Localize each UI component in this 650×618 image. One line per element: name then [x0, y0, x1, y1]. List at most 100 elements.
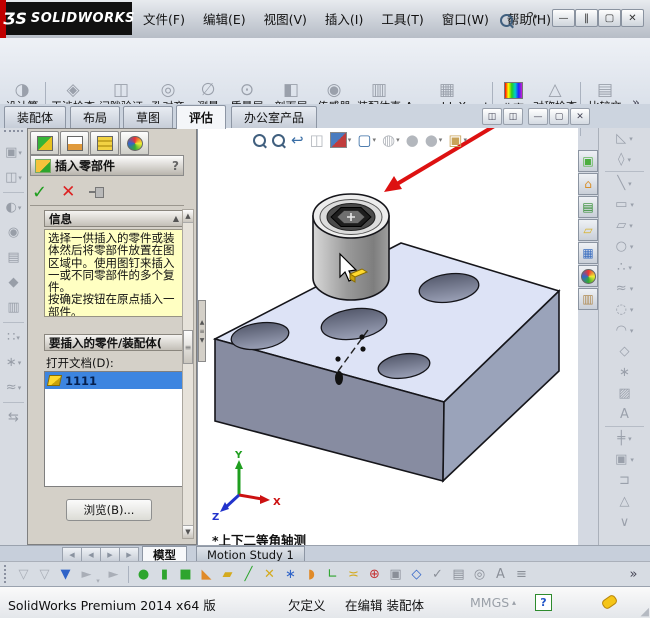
ellipse-tool-button[interactable]: ◌▾: [599, 299, 650, 320]
tab-assembly[interactable]: 装配体: [4, 106, 66, 128]
filter-dimensions-button[interactable]: ▣: [386, 565, 405, 584]
panel-help-icon[interactable]: ?: [172, 159, 179, 173]
panel-scrollbar[interactable]: ▲ ≡ ▼: [182, 209, 194, 539]
spline-tool-button[interactable]: ≈▾: [599, 278, 650, 299]
arc-tool-button[interactable]: ∴▾: [599, 257, 650, 278]
document-close-button[interactable]: ✕: [570, 108, 590, 125]
point-tool-button[interactable]: ∗: [599, 362, 650, 383]
mirror-entities-button[interactable]: △: [599, 491, 650, 512]
toolbar-drag-handle[interactable]: [4, 130, 23, 138]
toolbar-overflow-button[interactable]: »: [624, 565, 643, 584]
menu-edit[interactable]: 编辑(E): [194, 7, 255, 31]
nav-previous-button[interactable]: ◀: [81, 547, 101, 562]
view-orientation-button[interactable]: ▾: [330, 132, 352, 148]
tab-featuremanager[interactable]: [30, 131, 59, 155]
nav-first-button[interactable]: ◀: [62, 547, 82, 562]
view-settings-button[interactable]: ▣▾: [448, 131, 467, 149]
circle-tool-button[interactable]: ○▾: [599, 236, 650, 257]
assembly-features-tool-button[interactable]: ◆: [0, 270, 27, 295]
file-explorer-tab[interactable]: ▱: [578, 219, 598, 241]
filter-faces-button[interactable]: ■: [176, 565, 195, 584]
resize-grip[interactable]: ◢: [641, 605, 649, 618]
filter-centerline-button[interactable]: ⊕: [365, 565, 384, 584]
filter-edges-button[interactable]: ▮: [155, 565, 174, 584]
fillet-tool-button[interactable]: ◠▾: [599, 320, 650, 341]
model-tab[interactable]: 模型: [142, 546, 187, 562]
split-view-left-button[interactable]: ◫: [482, 108, 502, 125]
menu-tools[interactable]: 工具(T): [372, 7, 432, 31]
polygon-tool-button[interactable]: ◇: [599, 341, 650, 362]
graphics-viewport[interactable]: ↩ ◫ ▾ ▢▾ ◍▾ ● ●▾ ▣▾: [197, 128, 578, 545]
nav-last-button[interactable]: ▶: [119, 547, 139, 562]
solidworks-resources-tab[interactable]: ⌂: [578, 173, 598, 195]
split-view-right-button[interactable]: ◫: [503, 108, 523, 125]
menu-window[interactable]: 窗口(W): [433, 7, 498, 31]
search-icon[interactable]: [500, 12, 513, 31]
open-documents-listbox[interactable]: 1111: [44, 371, 184, 487]
apply-scene-button[interactable]: ●▾: [425, 131, 443, 149]
filter-surface-bodies-button[interactable]: ◣: [197, 565, 216, 584]
tab-office-products[interactable]: 办公室产品: [231, 106, 317, 128]
quick-tips-button[interactable]: ?: [535, 594, 552, 611]
line-tool-button[interactable]: ╲▾: [599, 173, 650, 194]
info-section-header[interactable]: 信息 ▲: [44, 210, 184, 227]
document-list-item-selected[interactable]: 1111: [45, 372, 183, 389]
ok-button[interactable]: ✓: [32, 182, 47, 203]
rectangle-tool-button[interactable]: ▭▾: [599, 194, 650, 215]
motion-study-tab[interactable]: Motion Study 1: [196, 546, 305, 562]
scroll-up-button[interactable]: ▲: [183, 210, 193, 223]
move-rotate-tool-button[interactable]: ⇆: [0, 405, 27, 430]
filter-midpoints-button[interactable]: ∟: [323, 565, 342, 584]
smart-dimension-button[interactable]: ◊▾: [599, 149, 650, 170]
mate-tool-button[interactable]: ◫▾: [0, 165, 27, 190]
view-palette-tab[interactable]: ▦: [578, 242, 598, 264]
insert-component-tool-button[interactable]: ▣▾: [0, 140, 27, 165]
insert-section-header[interactable]: 要插入的零件/装配体(: [44, 334, 184, 351]
select-all-filters-button[interactable]: ▼: [56, 565, 75, 584]
hide-show-items-button[interactable]: ◍▾: [382, 131, 400, 149]
tag-icon[interactable]: [600, 594, 618, 611]
clear-filters-button[interactable]: ▽: [35, 565, 54, 584]
maximize-button[interactable]: ▢: [598, 9, 621, 27]
nav-next-button[interactable]: ▶: [100, 547, 120, 562]
appearances-scenes-tab[interactable]: [578, 265, 598, 287]
design-library-tab[interactable]: ▤: [578, 196, 598, 218]
filter-datums-button[interactable]: ◎: [470, 565, 489, 584]
text-tool-button[interactable]: A: [599, 404, 650, 425]
tab-layout[interactable]: 布局: [70, 106, 120, 128]
filter-sketch-points-button[interactable]: ∗: [281, 565, 300, 584]
minimize-button[interactable]: —: [552, 9, 575, 27]
toolbar-drag-handle[interactable]: [4, 565, 9, 583]
zoom-area-button[interactable]: [272, 134, 285, 147]
filter-center-marks-button[interactable]: ≍: [344, 565, 363, 584]
display-style-button[interactable]: ▢▾: [357, 131, 376, 149]
custom-properties-tab[interactable]: ▥: [578, 288, 598, 310]
convert-entities-button[interactable]: ▣▾: [599, 449, 650, 470]
units-selector[interactable]: MMGS: [470, 595, 509, 610]
edit-appearance-button[interactable]: ●: [406, 131, 419, 149]
menu-insert[interactable]: 插入(I): [316, 7, 372, 31]
help-button[interactable]: ? ▾: [522, 9, 543, 25]
filter-toggle-button[interactable]: ▽: [14, 565, 33, 584]
tab-configurationmanager[interactable]: [90, 131, 119, 155]
solidworks-forum-tab[interactable]: ▣: [578, 150, 598, 172]
scroll-down-button[interactable]: ▼: [183, 525, 193, 538]
rotate-component-tool-button[interactable]: ◐▾: [0, 195, 27, 220]
filter-axes-button[interactable]: ╱: [239, 565, 258, 584]
pin-button[interactable]: [89, 187, 105, 197]
tab-sketch[interactable]: 草图: [123, 106, 173, 128]
filter-notes-button[interactable]: ▤: [449, 565, 468, 584]
cancel-button[interactable]: ✕: [61, 182, 75, 202]
sketch-tool-button[interactable]: ◺▾: [599, 128, 650, 149]
plane-tool-button[interactable]: ▨: [599, 383, 650, 404]
filter-geometric-tolerance-button[interactable]: ✓: [428, 565, 447, 584]
model-3d-scene[interactable]: Y X Z: [198, 128, 579, 545]
component-pattern-tool-button[interactable]: ∷▾: [0, 325, 27, 350]
filter-hatch-button[interactable]: ≡: [512, 565, 531, 584]
filter-annotations-button[interactable]: A: [491, 565, 510, 584]
browse-button[interactable]: 浏览(B)...: [66, 499, 152, 521]
document-minimize-button[interactable]: —: [528, 108, 548, 125]
filter-surface-finish-button[interactable]: ◇: [407, 565, 426, 584]
filter-solid-bodies-button[interactable]: ▰: [218, 565, 237, 584]
more-tools-button[interactable]: ∨: [599, 512, 650, 533]
